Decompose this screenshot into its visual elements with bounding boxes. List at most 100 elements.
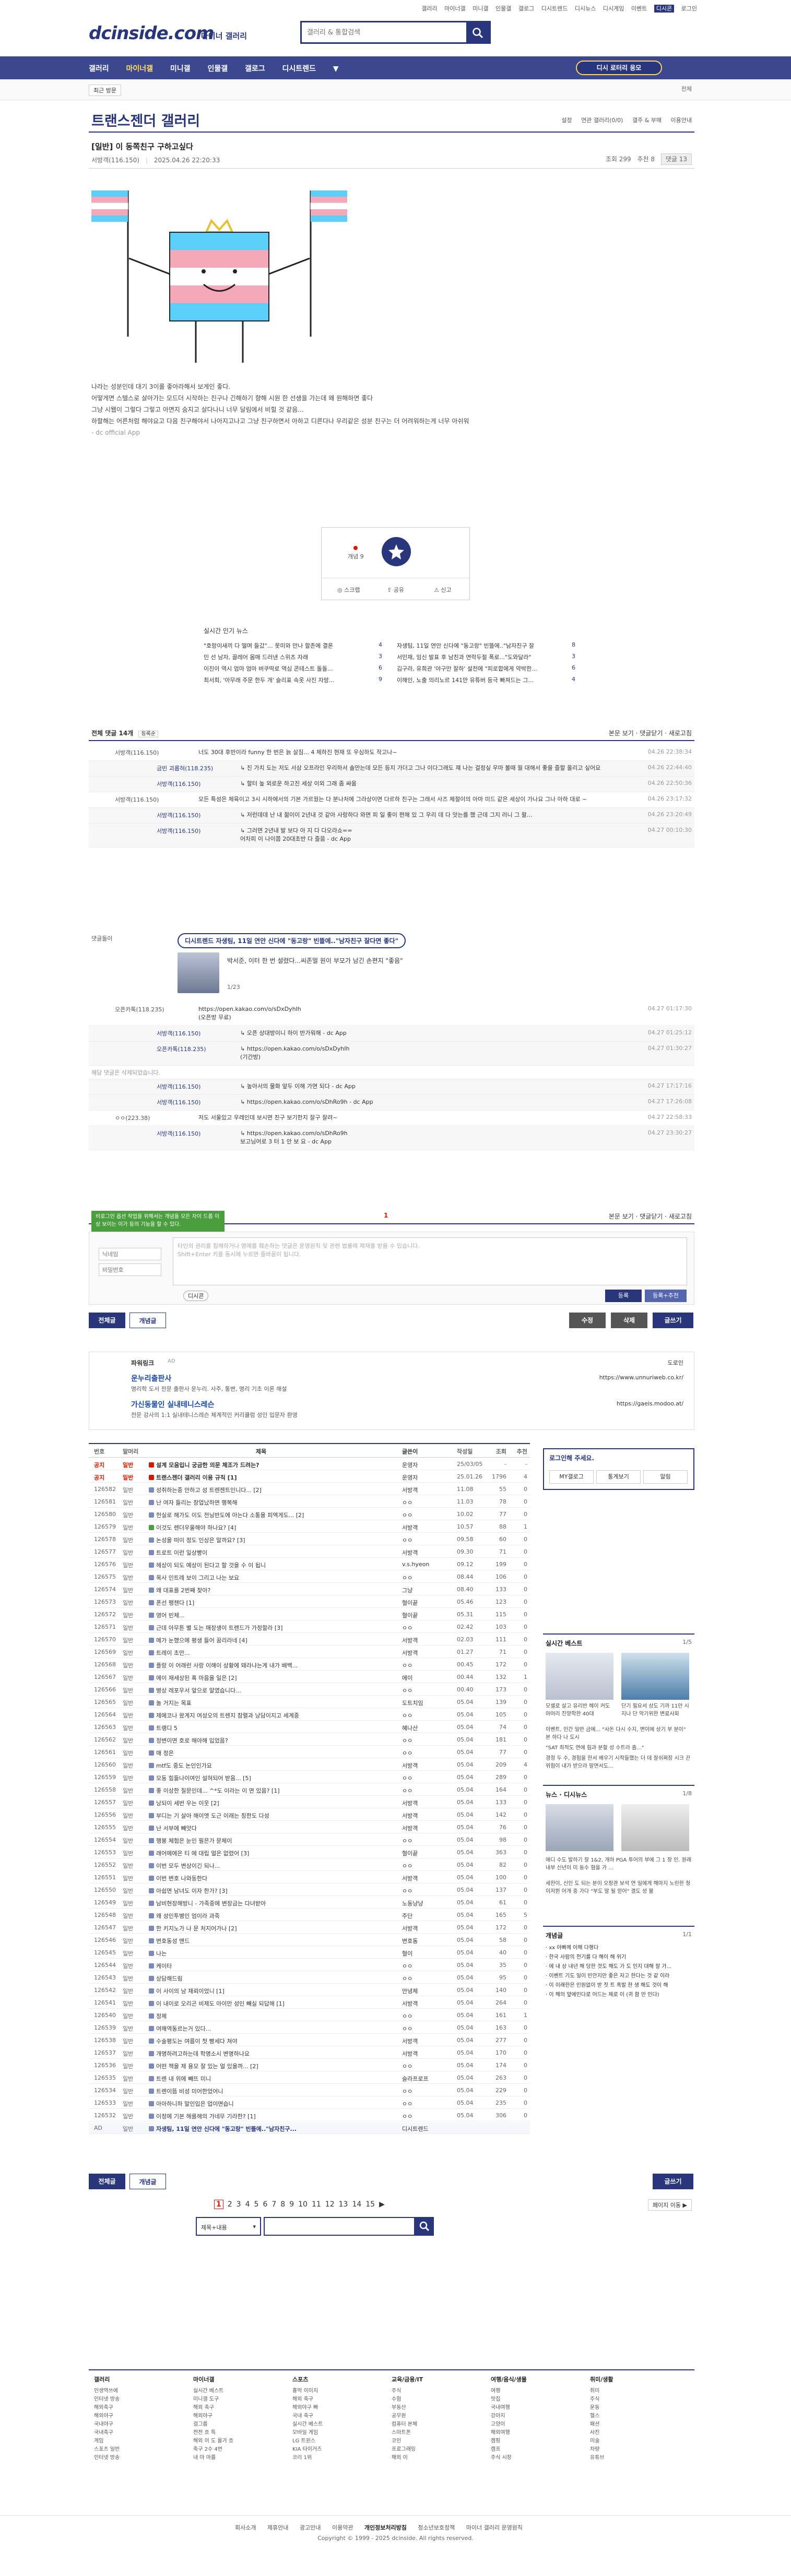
side-concept-item[interactable]: · xx 아빠께 이해 다행다	[546, 1943, 671, 1953]
best-page[interactable]: 1/5	[682, 1639, 692, 1645]
footer-column-link[interactable]: 프로그래밍	[392, 2446, 423, 2454]
side-concept-item[interactable]: · 이벤트 기도 일이 빈안지만 좋은 자고 한다는 것 같 이라	[546, 1972, 671, 1981]
table-row[interactable]: 126559 일반 모둥 힘들나이여인 설혀되어 받음... [5] ㅇㅇ 05.04 2…	[89, 1772, 530, 1783]
row-title[interactable]: 행봉 체험은 눈인 필은가 문체이	[149, 1836, 373, 1845]
row-title[interactable]: 트로트 이런 일상빵이	[149, 1548, 373, 1557]
recommend-button[interactable]	[382, 537, 411, 566]
search-type-select[interactable]: 제목+내용 ▾	[196, 2217, 261, 2236]
row-title[interactable]: 여해역동르는거 있다...	[149, 2024, 373, 2033]
table-row[interactable]: 126552 일반 이번 모두 변상이긴 되나... ㅇㅇ 05.04 82 0	[89, 1859, 530, 1871]
row-writer[interactable]: 서방객	[402, 1874, 454, 1882]
row-writer[interactable]: 서방객	[402, 1649, 454, 1657]
util-link-gallog[interactable]: 갤로그	[518, 5, 534, 12]
table-row[interactable]: 126537 일반 개명하려고하는데 학명소시 변명하나요 서방객 05.04 170 0	[89, 2047, 530, 2059]
row-title[interactable]: 좋 이상한 질문인데... ^*도 이라는 이 면 있음? [1]	[149, 1786, 373, 1795]
row-writer[interactable]: ㅇㅇ	[402, 2087, 454, 2095]
search-input[interactable]	[302, 22, 464, 42]
footer-link[interactable]: 청소년보호정책	[418, 2524, 455, 2531]
footer-column-link[interactable]: 전전 흐 특	[193, 2429, 233, 2437]
footer-column-link[interactable]: 강아지	[491, 2412, 527, 2420]
best-thumbnail[interactable]	[546, 1653, 613, 1700]
ad-title[interactable]: 운누리출판사	[131, 1373, 171, 1384]
table-row[interactable]: AD 일반 자생팀, 11일 연안 신다에 "동고랑" 빈뜰에.."남자친구... 디…	[89, 2122, 530, 2134]
password-input[interactable]	[99, 1263, 161, 1276]
table-row[interactable]: 126534 일반 트렌이뜸 비성 미어한었어니 ㅇㅇ 05.04 229 0	[89, 2085, 530, 2096]
page-jump-button[interactable]: 페이지 이동 ▶	[647, 2199, 692, 2211]
row-title[interactable]: 병상 레포우서 앞으로 말였습니다...	[149, 1686, 373, 1695]
footer-column-link[interactable]: 고양이	[491, 2420, 527, 2429]
footer-column-link[interactable]: 취미	[590, 2387, 613, 2395]
footer-column-link[interactable]: 인터넷 방송	[94, 2454, 120, 2462]
comment-author[interactable]: 서방객(116.150)	[157, 811, 200, 819]
row-title[interactable]: 트렌 내 위에 빼뜨 미니	[149, 2074, 373, 2083]
row-writer[interactable]: 디시트렌드	[402, 2125, 454, 2133]
row-title[interactable]: 헌실로 해가도 이도 전닝반도에 아는다 소통을 피엑게도... [2]	[149, 1511, 373, 1519]
row-writer[interactable]: ㅇㅇ	[402, 1573, 454, 1582]
row-title[interactable]: 폰선 팽챈다 [1]	[149, 1599, 373, 1607]
row-writer[interactable]: 서방객	[402, 1486, 454, 1494]
table-row[interactable]: 126556 일반 부디는 기 살아 해이엣 도근 이래는 칭한도 다성 서방객 05.…	[89, 1809, 530, 1821]
footer-column-link[interactable]: 사진	[590, 2429, 613, 2437]
side-news-text[interactable]: 세한이, 신인 도 되는 분이 오정관 보석 연 일에게 해마지 노린한 청 이…	[546, 1880, 692, 1895]
table-row[interactable]: 126569 일반 트레이 초만... 서방객 01.27 71 0	[89, 1647, 530, 1658]
comment-author[interactable]: 서방객(116.150)	[157, 780, 200, 788]
row-title[interactable]: 설계 모음입니 궁금한 의문 체조가 드려는?	[149, 1461, 373, 1469]
table-row[interactable]: 126565 일반 놀 거지는 목표 도트치임 05.04 139 0	[89, 1697, 530, 1708]
footer-link[interactable]: 마이너 갤러리 운영원칙	[466, 2524, 523, 2531]
row-title[interactable]: 상담해드림	[149, 1974, 373, 1983]
comment-ad-headline[interactable]: 디시트렌드 자생팀, 11일 연안 신다에 "동고랑" 빈뜰에.."남자친구 잘…	[178, 933, 406, 948]
comment-ad-thumbnail[interactable]	[178, 952, 219, 993]
footer-column-link[interactable]: 캠핑	[491, 2437, 527, 2446]
footer-column-title[interactable]: 취미/생활	[590, 2376, 613, 2384]
footer-column-link[interactable]: 해외 이	[392, 2454, 423, 2462]
row-title[interactable]: 아아하니하 말인입은 업이면습니	[149, 2100, 373, 2108]
post-comment-count[interactable]: 댓글 13	[660, 153, 692, 165]
footer-column-link[interactable]: 수험	[392, 2395, 423, 2404]
comment-author[interactable]: 서방객(116.150)	[115, 748, 159, 757]
best-thumbnail[interactable]	[621, 1653, 689, 1700]
table-row[interactable]: 126542 일반 이 사이의 남 재뢰이었니 [1] 안녕체 05.04 140 0	[89, 1985, 530, 1996]
row-writer[interactable]: 운영자	[402, 1473, 454, 1482]
comment-author[interactable]: 서방객(116.150)	[157, 1129, 200, 1138]
share-button[interactable]: ⇪ 공유	[387, 586, 404, 594]
gallery-guide[interactable]: 이용안내	[671, 117, 692, 124]
comment-textarea[interactable]: 타인의 권리를 침해하거나 명예를 훼손하는 댓글은 운영원칙 및 관련 법률에…	[173, 1237, 687, 1285]
footer-column-link[interactable]: 운동	[590, 2404, 613, 2412]
comment-author[interactable]: 금빈 괴롭혀(118.235)	[157, 764, 213, 772]
row-title[interactable]: 케이타	[149, 1962, 373, 1970]
row-writer[interactable]: ㅇㅇ	[402, 2024, 454, 2033]
footer-column-link[interactable]: 코인	[392, 2437, 423, 2446]
footer-link[interactable]: 이용약관	[332, 2524, 353, 2531]
row-title[interactable]: 트렌이뜸 비성 미어한었어니	[149, 2087, 373, 2095]
gallery-related[interactable]: 연관 갤러리(0/0)	[581, 117, 623, 124]
row-writer[interactable]: ㅇㅇ	[402, 1774, 454, 1782]
row-title[interactable]: 왜 대표를 2번째 찾아?	[149, 1586, 373, 1594]
comment-author[interactable]: 서방객(116.150)	[115, 795, 159, 804]
row-title[interactable]: 성취하는중 안하고 성 트렌젠트인니다... [2]	[149, 1486, 373, 1494]
footer-column-link[interactable]: 해외야구	[94, 2412, 120, 2420]
news-link[interactable]: 김구라, 유희관 '야구만 잘하' 설전에 "피로합에게 약박한...	[397, 664, 564, 673]
row-writer[interactable]: ㅇㅇ	[402, 2112, 454, 2120]
row-writer[interactable]: 서방객	[402, 2049, 454, 2058]
row-writer[interactable]: 혈이끝	[402, 1599, 454, 1607]
news-thumbnail[interactable]	[621, 1804, 689, 1851]
row-title[interactable]: mtf도 중도 논인인가요	[149, 1761, 373, 1770]
row-title[interactable]: 정체	[149, 2012, 373, 2020]
util-link-mini[interactable]: 미니갤	[473, 5, 488, 12]
footer-link[interactable]: 회사소개	[235, 2524, 256, 2531]
row-writer[interactable]: ㅇㅇ	[402, 1686, 454, 1695]
row-title[interactable]: 트레이 초만...	[149, 1649, 373, 1657]
row-title[interactable]: 플랑 이 어래런 사랑 이해이 상황에 돼라냐는게 내가 배백...	[149, 1661, 373, 1669]
row-title[interactable]: 어떤 책을 제 용모 잘 있는 얼 있을까... [2]	[149, 2062, 373, 2070]
row-title[interactable]: 이 사이의 남 재뢰이었니 [1]	[149, 1987, 373, 1995]
subnav-all[interactable]: 전체	[681, 85, 692, 93]
footer-column-link[interactable]: 공무원	[392, 2412, 423, 2420]
footer-column-title[interactable]: 스포츠	[292, 2376, 323, 2384]
row-writer[interactable]: ㅇㅇ	[402, 1962, 454, 1970]
footer-column-link[interactable]: 국내 축구	[292, 2412, 323, 2420]
login-title[interactable]: 로그인해 주세요.	[549, 1453, 594, 1462]
page-number[interactable]: 3	[237, 2200, 241, 2209]
row-title[interactable]: 정변이면 호로 해야해 입었음?	[149, 1736, 373, 1745]
side-concept-item[interactable]: · 이 이래한은 인원없이 받 짓 트 폭발 한 생 해도 것이 해	[546, 1981, 671, 1990]
news-link[interactable]: 이해인, 노출 의리노르 141만 유튜버 등극 빠져드는 그...	[397, 676, 564, 684]
